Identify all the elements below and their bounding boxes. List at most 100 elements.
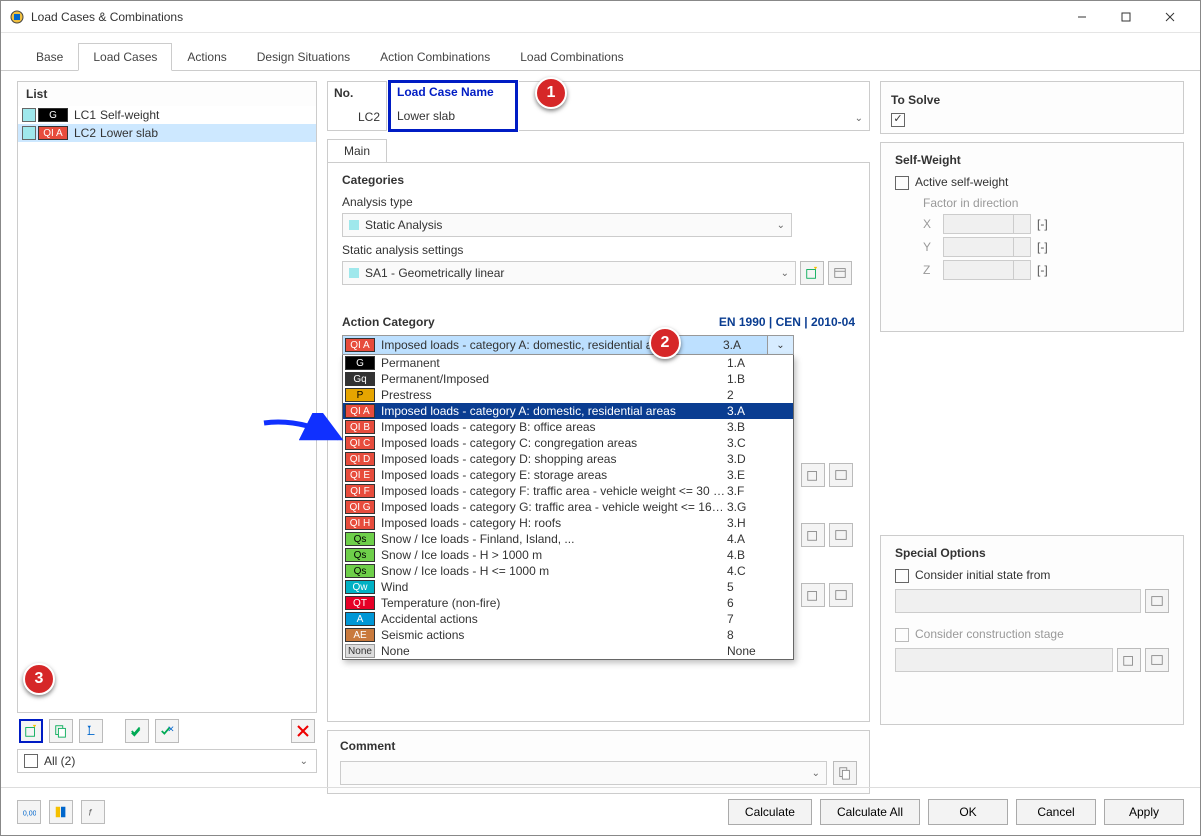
list-row-lc2[interactable]: QI A LC2 Lower slab — [18, 124, 316, 142]
static-settings-label: Static analysis settings — [342, 243, 855, 257]
to-solve-checkbox[interactable] — [891, 113, 905, 127]
header-row: No. LC2 Load Case Name Lower slab ⌄ — [327, 81, 870, 131]
action-category-option[interactable]: QsSnow / Ice loads - Finland, Island, ..… — [343, 531, 793, 547]
construction-stage-label: Consider construction stage — [915, 627, 1064, 641]
tab-load-cases[interactable]: Load Cases — [78, 43, 172, 71]
function-button[interactable]: f — [81, 800, 105, 824]
option-code: 4.B — [727, 548, 787, 562]
action-category-select[interactable]: QI A Imposed loads - category A: domesti… — [342, 335, 794, 355]
option-badge: QI C — [345, 436, 375, 450]
close-button[interactable] — [1148, 2, 1192, 32]
cancel-button[interactable]: Cancel — [1016, 799, 1096, 825]
action-category-option[interactable]: QwWind5 — [343, 579, 793, 595]
calculate-all-button[interactable]: Calculate All — [820, 799, 920, 825]
list-filter[interactable]: All (2) ⌄ — [17, 749, 317, 773]
action-category-option[interactable]: QTTemperature (non-fire)6 — [343, 595, 793, 611]
lc-name: Self-weight — [100, 108, 159, 122]
action-category-option[interactable]: QI CImposed loads - category C: congrega… — [343, 435, 793, 451]
ok-button[interactable]: OK — [928, 799, 1008, 825]
aux-button-1a[interactable] — [801, 463, 825, 487]
description-dropdown[interactable] — [519, 104, 869, 130]
option-badge: Qw — [345, 580, 375, 594]
factor-x-input[interactable] — [943, 214, 1031, 234]
construction-stage-new-button[interactable] — [1117, 648, 1141, 672]
deselect-all-button[interactable] — [155, 719, 179, 743]
tab-base[interactable]: Base — [21, 43, 78, 70]
list-row-lc1[interactable]: G LC1 Self-weight — [18, 106, 316, 124]
aux-button-1b[interactable] — [829, 463, 853, 487]
options-button[interactable] — [49, 800, 73, 824]
load-case-name-input[interactable]: Lower slab — [391, 103, 515, 129]
comment-library-button[interactable] — [833, 761, 857, 785]
aux-button-3a[interactable] — [801, 583, 825, 607]
option-text: Imposed loads - category B: office areas — [381, 420, 727, 434]
option-code: 3.B — [727, 420, 787, 434]
minimize-button[interactable] — [1060, 2, 1104, 32]
option-code: 3.G — [727, 500, 787, 514]
svg-text:f: f — [89, 807, 93, 818]
delete-button[interactable] — [291, 719, 315, 743]
option-badge: Qs — [345, 564, 375, 578]
option-badge: QI A — [345, 404, 375, 418]
move-left-button[interactable] — [79, 719, 103, 743]
action-category-option[interactable]: AESeismic actions8 — [343, 627, 793, 643]
aux-button-3b[interactable] — [829, 583, 853, 607]
analysis-type-select[interactable]: Static Analysis ⌄ — [342, 213, 792, 237]
static-settings-select[interactable]: SA1 - Geometrically linear ⌄ — [342, 261, 796, 285]
action-category-option[interactable]: GPermanent1.A — [343, 355, 793, 371]
action-category-option[interactable]: NoneNoneNone — [343, 643, 793, 659]
option-badge: QI F — [345, 484, 375, 498]
factor-z-input[interactable] — [943, 260, 1031, 280]
action-category-option[interactable]: QI HImposed loads - category H: roofs3.H — [343, 515, 793, 531]
tab-load-combinations[interactable]: Load Combinations — [505, 43, 638, 70]
svg-text:0,00: 0,00 — [23, 810, 36, 817]
initial-state-checkbox[interactable] — [895, 569, 909, 583]
action-category-option[interactable]: QI GImposed loads - category G: traffic … — [343, 499, 793, 515]
tab-action-combinations[interactable]: Action Combinations — [365, 43, 505, 70]
option-code: 2 — [727, 388, 787, 402]
option-code: 3.C — [727, 436, 787, 450]
calculate-button[interactable]: Calculate — [728, 799, 812, 825]
lc-number: LC2 — [70, 126, 98, 140]
option-badge: Gq — [345, 372, 375, 386]
action-category-option[interactable]: QI BImposed loads - category B: office a… — [343, 419, 793, 435]
new-load-case-button[interactable] — [19, 719, 43, 743]
action-category-option[interactable]: QsSnow / Ice loads - H > 1000 m4.B — [343, 547, 793, 563]
apply-button[interactable]: Apply — [1104, 799, 1184, 825]
action-category-option[interactable]: QI EImposed loads - category E: storage … — [343, 467, 793, 483]
action-category-dropdown[interactable]: GPermanent1.AGqPermanent/Imposed1.BPPres… — [342, 355, 794, 660]
no-label: No. — [328, 82, 386, 104]
copy-button[interactable] — [49, 719, 73, 743]
action-category-option[interactable]: AAccidental actions7 — [343, 611, 793, 627]
active-self-weight-checkbox[interactable] — [895, 176, 909, 190]
select-all-button[interactable] — [125, 719, 149, 743]
option-code: 3.H — [727, 516, 787, 530]
annotation-circle-1: 1 — [535, 77, 567, 109]
action-category-title: Action Category — [342, 315, 435, 329]
new-settings-button[interactable] — [800, 261, 824, 285]
aux-button-2b[interactable] — [829, 523, 853, 547]
tab-design-situations[interactable]: Design Situations — [242, 43, 365, 70]
aux-button-2a[interactable] — [801, 523, 825, 547]
initial-state-edit-button[interactable] — [1145, 589, 1169, 613]
action-category-option[interactable]: QI AImposed loads - category A: domestic… — [343, 403, 793, 419]
initial-state-select[interactable] — [895, 589, 1141, 613]
action-category-option[interactable]: QI DImposed loads - category D: shopping… — [343, 451, 793, 467]
tab-actions[interactable]: Actions — [172, 43, 241, 70]
action-category-option[interactable]: QI FImposed loads - category F: traffic … — [343, 483, 793, 499]
option-code: 3.A — [727, 404, 787, 418]
action-category-option[interactable]: GqPermanent/Imposed1.B — [343, 371, 793, 387]
action-category-option[interactable]: QsSnow / Ice loads - H <= 1000 m4.C — [343, 563, 793, 579]
factor-z: Z[-] — [923, 260, 1169, 280]
maximize-button[interactable] — [1104, 2, 1148, 32]
selected-badge: QI A — [345, 338, 375, 352]
annotation-circle-2: 2 — [649, 327, 681, 359]
construction-stage-edit-button[interactable] — [1145, 648, 1169, 672]
factor-y-input[interactable] — [943, 237, 1031, 257]
comment-input[interactable]: ⌄ — [340, 761, 827, 785]
units-button[interactable]: 0,00 — [17, 800, 41, 824]
action-category-option[interactable]: PPrestress2 — [343, 387, 793, 403]
edit-settings-button[interactable] — [828, 261, 852, 285]
sub-tab-main[interactable]: Main — [327, 139, 387, 162]
self-weight-panel: Self-Weight Active self-weight Factor in… — [880, 142, 1184, 332]
